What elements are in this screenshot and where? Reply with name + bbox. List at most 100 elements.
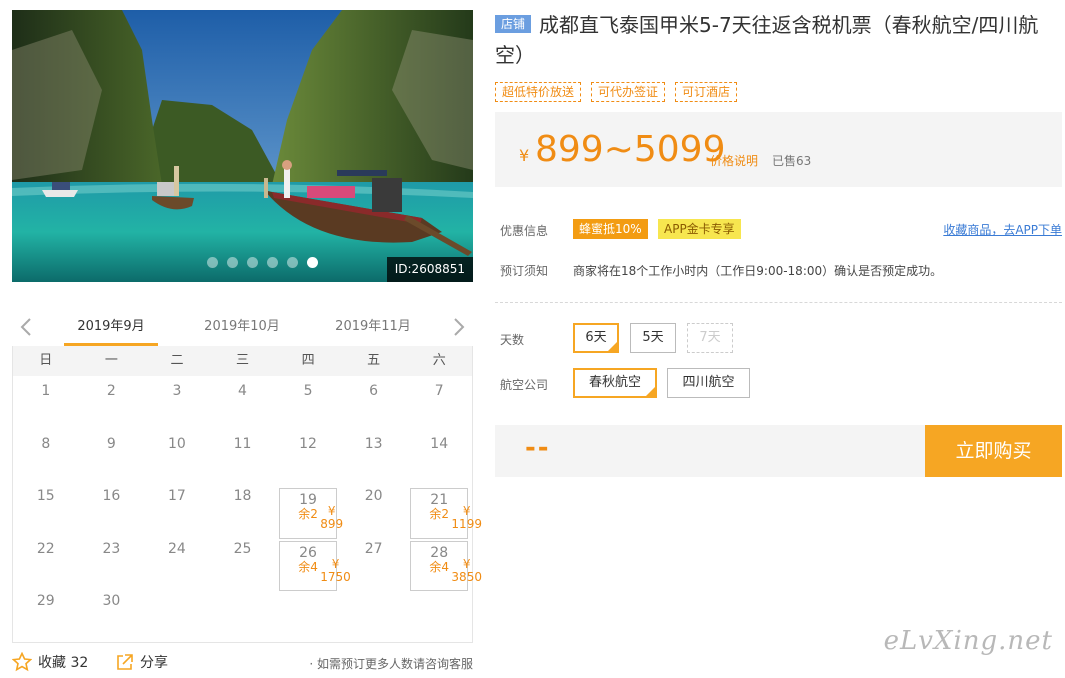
day-number: 10	[168, 435, 186, 452]
month-tab-nov[interactable]: 2019年11月	[326, 312, 420, 346]
prev-month-arrow-icon[interactable]	[18, 316, 34, 338]
day-number: 22	[36, 540, 55, 557]
price-range: 899~5099	[535, 129, 726, 170]
calendar-day: 3	[144, 378, 210, 431]
day-price: ¥ 3850	[451, 556, 482, 584]
photo-id-badge: ID:2608851	[386, 257, 473, 282]
day-number: 14	[430, 435, 449, 452]
day-price: ¥ 1199	[451, 504, 482, 531]
day-number: 9	[106, 435, 116, 452]
next-month-arrow-icon[interactable]	[451, 316, 467, 338]
buy-now-button[interactable]: 立即购买	[925, 425, 1062, 477]
site-watermark: eLvXing.net	[883, 626, 1053, 656]
favorite-label: 收藏 32	[38, 655, 89, 671]
promo-app-badge: APP金卡专享	[658, 219, 741, 239]
day-number: 5	[303, 383, 313, 399]
calendar-day: 23	[79, 536, 145, 589]
weekday-sun: 日	[39, 353, 53, 368]
tag-visa: 可代办签证	[591, 82, 666, 102]
calendar-day: 16	[79, 483, 145, 536]
carousel-dot[interactable]	[247, 257, 258, 268]
favorite-app-link[interactable]: 收藏商品，去APP下单	[943, 221, 1062, 238]
weekday-tue: 二	[170, 353, 184, 368]
day-number: 13	[364, 435, 383, 452]
carousel-dot[interactable]	[227, 257, 238, 268]
calendar-day: 4	[210, 378, 276, 431]
calendar-day: 10	[144, 431, 210, 484]
day-number: 17	[168, 488, 186, 504]
calendar-day: 7	[406, 378, 472, 431]
day-number: 18	[233, 488, 252, 504]
carousel-dot[interactable]	[207, 257, 218, 268]
shop-badge[interactable]: 店铺	[495, 15, 532, 33]
currency-symbol: ¥	[519, 146, 530, 165]
product-photo[interactable]: ID:2608851	[12, 10, 473, 282]
days-option-5[interactable]: 5天	[630, 323, 676, 353]
date-grid: 1 2 3 4 5 6 7 8 9 10 11 12 13 14 15 16 17 18 19 ¥ 899 余2 20 21…	[13, 376, 482, 641]
carousel-dot[interactable]	[287, 257, 298, 268]
calendar-day: 13	[341, 431, 407, 484]
star-icon	[12, 652, 32, 672]
calendar-day-available[interactable]: 19 ¥ 899 余2	[279, 488, 343, 539]
calendar-month-tabs: 2019年9月 2019年10月 2019年11月	[12, 312, 473, 346]
day-number: 20	[364, 488, 383, 504]
product-tags: 超低特价放送 可代办签证 可订酒店	[495, 82, 738, 102]
airline-option-sichuan[interactable]: 四川航空	[667, 368, 750, 398]
calendar-day: 15	[13, 483, 79, 536]
calendar-day: 14	[406, 431, 472, 484]
favorite-button[interactable]: 收藏 32	[12, 652, 88, 672]
weekday-wed: 三	[236, 353, 250, 368]
lagoon-photo	[12, 10, 473, 282]
total-price: --	[525, 433, 551, 463]
calendar-day: 12	[275, 431, 341, 484]
day-price: ¥ 899	[320, 504, 344, 531]
calendar-day: 27	[341, 536, 407, 589]
day-number: 23	[102, 540, 121, 557]
section-divider	[495, 302, 1062, 303]
carousel-dot[interactable]	[267, 257, 278, 268]
calendar-day-available[interactable]: 28 ¥ 3850 余4	[410, 540, 482, 591]
notice-label: 预订须知	[500, 264, 549, 278]
promo-honey-badge: 蜂蜜抵10%	[573, 219, 648, 239]
calendar-day: 20	[341, 483, 407, 536]
calendar-day: 25	[210, 536, 276, 589]
calendar-day: 8	[13, 431, 79, 484]
sold-count: 已售63	[772, 154, 812, 168]
day-number: 25	[233, 540, 252, 557]
booking-notice: 商家将在18个工作小时内（工作日9:00-18:00）确认是否预定成功。	[573, 264, 943, 278]
day-number: 6	[369, 383, 379, 399]
price-explanation-link[interactable]: 价格说明	[710, 152, 758, 169]
tag-hotel: 可订酒店	[675, 82, 738, 102]
group-booking-note: · 如需预订更多人数请咨询客服	[309, 657, 473, 671]
calendar-day: 22	[13, 536, 79, 589]
day-number: 8	[41, 435, 51, 452]
share-label: 分享	[140, 655, 168, 671]
tag-special-price: 超低特价放送	[495, 82, 582, 102]
share-button[interactable]: 分享	[115, 652, 168, 672]
calendar-day: 30	[79, 588, 145, 641]
month-tab-sep[interactable]: 2019年9月	[64, 312, 158, 346]
product-title-text: 成都直飞泰国甲米5-7天往返含税机票（春秋航空/四川航空）	[495, 13, 1039, 67]
airline-label: 航空公司	[500, 378, 549, 392]
day-number: 2	[106, 383, 116, 399]
calendar-day: 2	[79, 378, 145, 431]
product-actions: 收藏 32 分享 · 如需预订更多人数请咨询客服	[12, 652, 473, 674]
days-option-7[interactable]: 7天	[687, 323, 733, 353]
month-tab-oct[interactable]: 2019年10月	[195, 312, 289, 346]
day-number: 27	[364, 540, 383, 557]
buy-bar: -- 立即购买	[495, 425, 1062, 477]
day-number: 24	[168, 540, 186, 557]
airline-option-spring[interactable]: 春秋航空	[573, 368, 657, 398]
weekday-fri: 五	[367, 353, 381, 368]
calendar-day: 6	[341, 378, 407, 431]
calendar-day: 18	[210, 483, 276, 536]
calendar-day-available[interactable]: 26 ¥ 1750 余4	[279, 540, 351, 591]
weekday-header: 日 一 二 三 四 五 六	[13, 346, 472, 376]
calendar-day: 9	[79, 431, 145, 484]
calendar-day: 11	[210, 431, 276, 484]
calendar-day-available[interactable]: 21 ¥ 1199 余2	[410, 488, 482, 539]
weekday-mon: 一	[104, 353, 118, 368]
day-number: 1	[41, 383, 51, 399]
days-option-6[interactable]: 6天	[573, 323, 619, 353]
carousel-dot[interactable]	[307, 257, 318, 268]
